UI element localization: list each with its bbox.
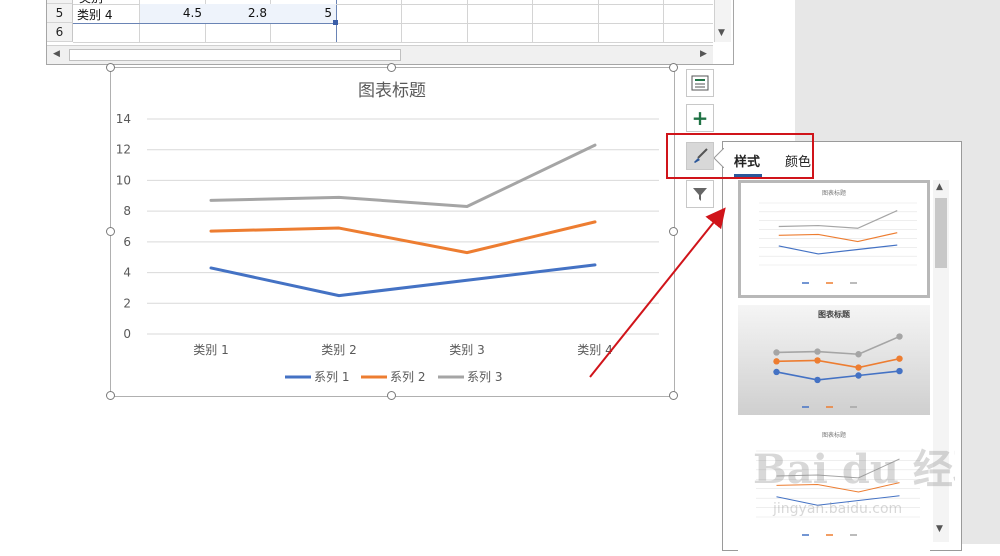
annotation-arrow [589,207,726,378]
